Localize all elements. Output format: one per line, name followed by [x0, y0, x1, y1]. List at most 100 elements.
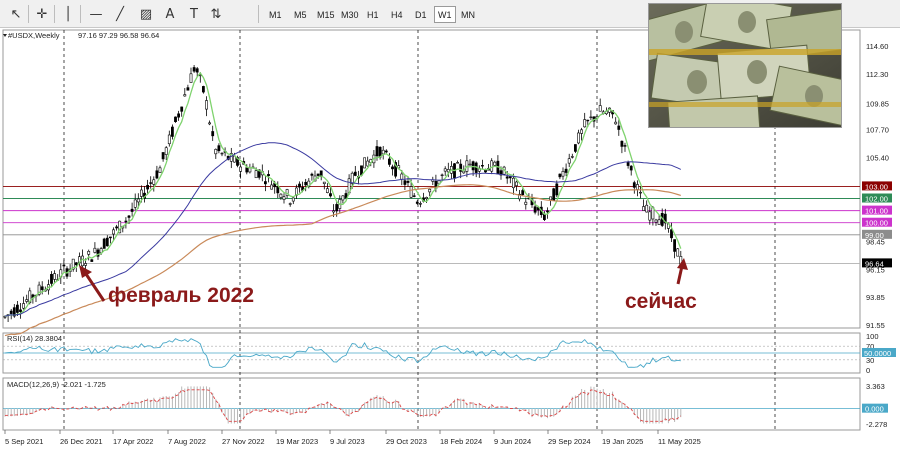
- candle-body: [629, 165, 633, 171]
- timeframe-m5[interactable]: M5: [291, 6, 310, 23]
- candle: [598, 98, 602, 112]
- candle: [418, 201, 422, 208]
- candle: [298, 181, 301, 193]
- timeframe-h1[interactable]: H1: [364, 6, 382, 23]
- candle-body: [267, 174, 270, 177]
- candle-body: [440, 174, 444, 177]
- annotation-now: сейчас: [625, 290, 697, 313]
- timeframe-h4[interactable]: H4: [388, 6, 406, 23]
- candle: [480, 159, 484, 169]
- price-axis-label: 91.55: [866, 321, 885, 330]
- timeframe-m1[interactable]: M1: [266, 6, 285, 23]
- price-axis-label: 107.70: [866, 126, 889, 135]
- vertical-line-icon[interactable]: │: [58, 4, 78, 24]
- candle-body: [623, 145, 627, 147]
- channel-icon[interactable]: ▨: [136, 4, 156, 24]
- candle-body: [40, 286, 44, 290]
- toolbar-separator: [258, 5, 259, 23]
- candle: [229, 147, 233, 169]
- crosshair-icon[interactable]: ✛: [32, 4, 52, 24]
- trendline-icon[interactable]: ╱: [110, 4, 130, 24]
- candles-group: [3, 64, 683, 322]
- candle: [567, 153, 571, 168]
- candle-body: [490, 160, 494, 172]
- candle-body: [412, 195, 416, 197]
- candle-body: [167, 134, 171, 145]
- chart-ohlc-values: 97.16 97.29 96.58 96.64: [78, 31, 159, 40]
- candle-body: [549, 196, 553, 201]
- candle-body: [570, 156, 574, 158]
- candle-body: [443, 168, 447, 172]
- candle: [50, 271, 53, 288]
- candle-body: [149, 182, 153, 184]
- candle: [115, 224, 119, 231]
- candle-body: [248, 167, 252, 173]
- rsi-value-label: 50.0000: [864, 349, 891, 358]
- label-icon[interactable]: T: [184, 4, 204, 24]
- time-axis-label: 7 Aug 2022: [168, 437, 206, 446]
- candle: [310, 172, 314, 181]
- candle: [174, 116, 177, 123]
- candle-body: [25, 299, 29, 302]
- candle-body: [50, 274, 53, 284]
- time-axis-label: 19 Mar 2023: [276, 437, 318, 446]
- candle: [90, 259, 94, 262]
- candle-body: [189, 73, 193, 83]
- timeframe-d1[interactable]: D1: [412, 6, 430, 23]
- candle-body: [335, 204, 339, 212]
- time-axis-label: 29 Sep 2024: [548, 437, 591, 446]
- candle-body: [524, 201, 528, 205]
- candle-body: [577, 132, 580, 144]
- ma-slow-line: [4, 184, 681, 337]
- candle: [515, 180, 518, 192]
- candle: [555, 180, 559, 198]
- macd-signal-line: [4, 389, 682, 422]
- candle: [109, 236, 112, 244]
- timeframe-w1[interactable]: W1: [434, 6, 456, 23]
- candle-body: [279, 193, 283, 198]
- candle: [186, 84, 190, 91]
- time-axis-label: 9 Jun 2024: [494, 437, 531, 446]
- level-price-label: 101.00: [865, 207, 888, 216]
- candle: [325, 183, 329, 194]
- candle-body: [406, 180, 410, 183]
- timeframe-m15[interactable]: M15: [314, 6, 338, 23]
- candle-body: [589, 116, 593, 119]
- candle: [552, 187, 556, 201]
- price-axis-label: 112.30: [866, 70, 888, 79]
- timeframe-m30[interactable]: M30: [338, 6, 362, 23]
- candle: [19, 303, 22, 319]
- candle-body: [155, 170, 159, 179]
- candle-body: [211, 131, 215, 137]
- arrows-icon[interactable]: ⇅: [206, 4, 226, 24]
- candle: [152, 176, 156, 192]
- current-price-label: 96.64: [865, 259, 884, 268]
- candle: [490, 158, 494, 175]
- candle-body: [505, 176, 509, 179]
- candle-body: [152, 179, 156, 185]
- candle: [22, 296, 26, 310]
- candle-body: [635, 184, 639, 190]
- candle: [291, 197, 295, 205]
- candle-body: [177, 113, 181, 118]
- timeframe-mn[interactable]: MN: [458, 6, 478, 23]
- cursor-icon[interactable]: ↖: [6, 4, 26, 24]
- candle: [412, 193, 416, 198]
- candle-body: [124, 220, 128, 223]
- text-icon[interactable]: A: [160, 4, 180, 24]
- horizontal-line-icon[interactable]: —: [86, 4, 106, 24]
- candle-body: [263, 181, 267, 185]
- candle: [25, 294, 29, 304]
- candle-body: [214, 149, 218, 155]
- candle: [474, 161, 478, 178]
- candle-body: [648, 211, 652, 221]
- candle: [648, 206, 652, 225]
- candle: [592, 116, 596, 128]
- candle: [635, 180, 639, 197]
- candle: [192, 64, 196, 73]
- candle: [549, 196, 553, 206]
- candle: [353, 165, 357, 177]
- time-axis-label: 5 Sep 2021: [5, 437, 43, 446]
- candle-body: [341, 195, 345, 201]
- candle: [629, 165, 633, 176]
